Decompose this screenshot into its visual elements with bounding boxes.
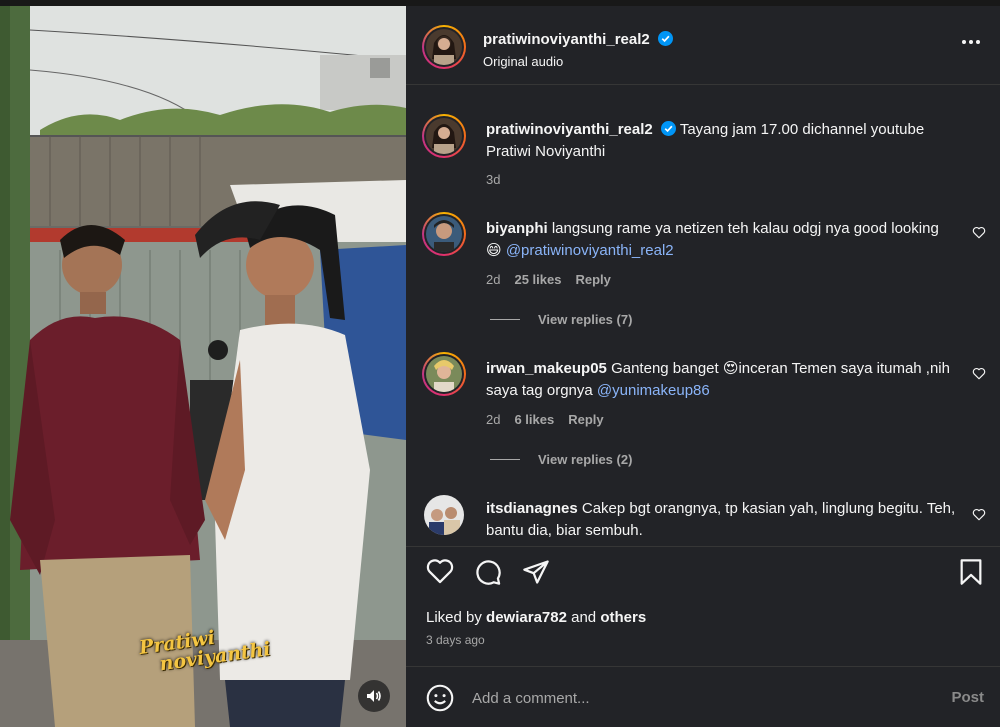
- more-options-button[interactable]: [962, 40, 980, 44]
- liked-by-others-link[interactable]: others: [600, 609, 646, 626]
- heart-icon[interactable]: [426, 558, 454, 584]
- likes-middle: and: [571, 609, 597, 626]
- comment-username[interactable]: itsdianagnes: [486, 500, 578, 517]
- comment-timestamp[interactable]: 2d: [486, 272, 500, 287]
- audio-label[interactable]: Original audio: [483, 54, 673, 69]
- comment-icon[interactable]: [474, 558, 502, 586]
- comment-meta: 2d 25 likes Reply: [486, 272, 611, 287]
- caption-text: pratiwinoviyanthi_real2 Tayang jam 17.00…: [486, 119, 956, 163]
- comment-likes-count[interactable]: 6 likes: [514, 412, 554, 427]
- comment-input[interactable]: [472, 686, 912, 710]
- author-info: pratiwinoviyanthi_real2 Original audio: [483, 31, 674, 69]
- comments-list[interactable]: pratiwinoviyanthi_real2 Tayang jam 17.00…: [406, 86, 1000, 546]
- comment-avatar-image: [426, 216, 462, 252]
- comment-reply-button[interactable]: Reply: [575, 272, 610, 287]
- likes-summary: Liked by dewiara782 and others: [426, 609, 646, 626]
- more-dot-icon: [976, 40, 980, 44]
- caption-timestamp[interactable]: 3d: [486, 172, 500, 187]
- liked-by-user-link[interactable]: dewiara782: [486, 609, 567, 626]
- emoji-icon[interactable]: [426, 684, 454, 712]
- comment-like-heart-icon[interactable]: [972, 367, 986, 380]
- comment-text: biyanphi langsung rame ya netizen teh ka…: [486, 218, 956, 262]
- verified-badge-icon: [660, 121, 676, 136]
- comment-text: itsdianagnes Cakep bgt orangnya, tp kasi…: [486, 498, 956, 542]
- comment-timestamp[interactable]: 2d: [486, 412, 500, 427]
- comment-like-heart-icon[interactable]: [972, 226, 986, 239]
- comment-mention-link[interactable]: @pratiwinoviyanthi_real2: [506, 242, 674, 259]
- comment-avatar[interactable]: [424, 495, 464, 535]
- comment-like-heart-icon[interactable]: [972, 508, 986, 521]
- comment-username[interactable]: irwan_makeup05: [486, 360, 607, 377]
- speaker-icon: [367, 690, 381, 702]
- comment-reply-button[interactable]: Reply: [568, 412, 603, 427]
- comment-avatar-image: [426, 356, 462, 392]
- comment-mention-link[interactable]: @yunimakeup86: [597, 382, 710, 399]
- replies-line: [490, 459, 520, 460]
- post-comment-button[interactable]: Post: [951, 689, 984, 706]
- replies-line: [490, 319, 520, 320]
- comment-username[interactable]: biyanphi: [486, 220, 548, 237]
- post-header: pratiwinoviyanthi_real2 Original audio: [406, 6, 1000, 84]
- bookmark-icon[interactable]: [958, 558, 984, 586]
- comment-avatar[interactable]: [422, 212, 466, 256]
- post-date[interactable]: 3 days ago: [426, 633, 485, 647]
- audio-toggle-button[interactable]: [358, 680, 390, 712]
- comments-divider: [406, 546, 1000, 547]
- video-player[interactable]: Pratiwi noviyanthi: [0, 0, 406, 727]
- comment-meta: 2d 6 likes Reply: [486, 412, 604, 427]
- comment-text: irwan_makeup05 Ganteng banget 😍inceran T…: [486, 358, 956, 402]
- add-comment-bar: Post: [406, 672, 1000, 727]
- view-replies-button[interactable]: View replies (7): [490, 312, 632, 327]
- share-icon[interactable]: [522, 558, 550, 586]
- verified-badge-icon: [658, 31, 674, 46]
- action-bar: [406, 554, 1000, 594]
- comment-likes-count[interactable]: 25 likes: [514, 272, 561, 287]
- caption-avatar-image: [426, 118, 462, 154]
- top-border: [0, 0, 1000, 6]
- comment-avatar-image: [424, 495, 464, 535]
- caption-username[interactable]: pratiwinoviyanthi_real2: [486, 121, 653, 138]
- author-username[interactable]: pratiwinoviyanthi_real2: [483, 31, 650, 48]
- view-replies-label[interactable]: View replies (7): [538, 312, 632, 327]
- header-divider: [406, 84, 1000, 85]
- view-replies-label[interactable]: View replies (2): [538, 452, 632, 467]
- author-avatar-image: [426, 29, 462, 65]
- more-dot-icon: [969, 40, 973, 44]
- more-dot-icon: [962, 40, 966, 44]
- video-frame: [0, 0, 406, 727]
- comment-avatar[interactable]: [422, 352, 466, 396]
- caption-meta: 3d: [486, 172, 500, 187]
- author-avatar[interactable]: [422, 25, 466, 69]
- caption-avatar[interactable]: [422, 114, 466, 158]
- likes-prefix: Liked by: [426, 609, 482, 626]
- view-replies-button[interactable]: View replies (2): [490, 452, 632, 467]
- post-details-panel: pratiwinoviyanthi_real2 Original audio p…: [406, 6, 1000, 727]
- footer-divider: [406, 666, 1000, 667]
